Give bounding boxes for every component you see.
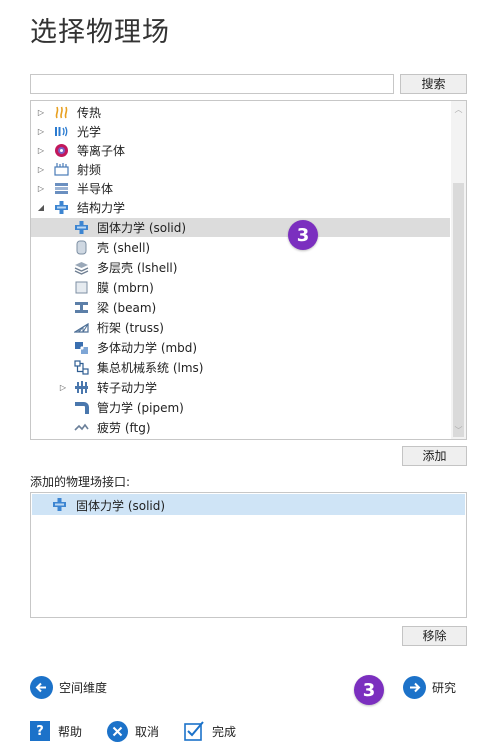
- arrow-right-icon: [403, 676, 426, 699]
- tree-item-truss[interactable]: 桁架 (truss): [31, 318, 450, 337]
- tree-item-label: 管力学 (pipem): [97, 401, 184, 415]
- tree-item-label: 壳 (shell): [97, 241, 151, 255]
- tree-item-structural-mechanics[interactable]: ◢ 结构力学: [31, 198, 450, 217]
- step-badge: 3: [288, 220, 318, 250]
- rotordynamics-icon: [74, 380, 89, 395]
- arrow-left-icon: [30, 676, 53, 699]
- back-label: 空间维度: [59, 681, 108, 695]
- tree-scrollbar[interactable]: ︿ ﹀: [451, 101, 466, 439]
- tree-item-label: 结构力学: [77, 201, 126, 215]
- tree-item-label: 膜 (mbrn): [97, 281, 154, 295]
- tree-item-layered-shell[interactable]: 多层壳 (lshell): [31, 258, 450, 277]
- tree-item-plasma[interactable]: ▷ 等离子体: [31, 141, 450, 160]
- tree-item-lumped-mechanical-system[interactable]: 集总机械系统 (lms): [31, 358, 450, 377]
- tree-item-solid-mechanics[interactable]: 固体力学 (solid): [31, 218, 450, 237]
- tree-item-multibody-dynamics[interactable]: 多体动力学 (mbd): [31, 338, 450, 357]
- tree-item-label: 射频: [77, 163, 102, 177]
- tree-item-label: 等离子体: [77, 144, 126, 158]
- search-button[interactable]: 搜索: [400, 74, 467, 94]
- help-button[interactable]: ? 帮助: [30, 721, 82, 741]
- tree-item-fatigue[interactable]: 疲劳 (ftg): [31, 418, 450, 437]
- radio-frequency-icon: [54, 162, 69, 177]
- tree-item-optics[interactable]: ▷ 光学: [31, 122, 450, 141]
- help-icon: ?: [30, 721, 50, 741]
- tree-item-label: 集总机械系统 (lms): [97, 361, 204, 375]
- semiconductor-icon: [54, 181, 69, 196]
- list-item-label: 固体力学 (solid): [76, 499, 166, 513]
- tree-item-rotordynamics[interactable]: ▷ 转子动力学: [31, 378, 450, 397]
- multibody-dynamics-icon: [74, 340, 89, 355]
- tree-item-heat-transfer[interactable]: ▷ 传热: [31, 103, 450, 122]
- tree-item-label: 梁 (beam): [97, 301, 157, 315]
- tree-item-label: 半导体: [77, 182, 114, 196]
- structural-mechanics-icon: [54, 200, 69, 215]
- heat-transfer-icon: [54, 105, 69, 120]
- membrane-icon: [74, 280, 89, 295]
- collapse-arrow-icon[interactable]: ◢: [37, 203, 45, 213]
- tree-item-label: 转子动力学: [97, 381, 158, 395]
- add-button[interactable]: 添加: [402, 446, 467, 466]
- tree-item-pipe-mechanics[interactable]: 管力学 (pipem): [31, 398, 450, 417]
- optics-icon: [54, 124, 69, 139]
- remove-button[interactable]: 移除: [402, 626, 467, 646]
- tree-item-label: 疲劳 (ftg): [97, 421, 151, 435]
- layered-shell-icon: [74, 260, 89, 275]
- search-input[interactable]: [30, 74, 394, 94]
- lumped-mechanical-system-icon: [74, 360, 89, 375]
- next-label: 研究: [432, 681, 457, 695]
- back-button[interactable]: 空间维度: [30, 676, 107, 699]
- expand-arrow-icon[interactable]: ▷: [37, 146, 45, 156]
- cancel-icon: [107, 721, 128, 742]
- tree-item-label: 多体动力学 (mbd): [97, 341, 198, 355]
- done-button[interactable]: 完成: [184, 721, 236, 741]
- tree-item-radio-frequency[interactable]: ▷ 射频: [31, 160, 450, 179]
- scroll-down-icon[interactable]: ﹀: [454, 426, 463, 435]
- page-title: 选择物理场: [30, 17, 170, 48]
- next-button[interactable]: 研究: [403, 676, 456, 699]
- added-interfaces-label: 添加的物理场接口:: [30, 475, 131, 489]
- step-badge: 3: [354, 675, 384, 705]
- cancel-label: 取消: [135, 725, 160, 739]
- cancel-button[interactable]: 取消: [107, 721, 159, 742]
- checkbox-check-icon: [184, 721, 204, 741]
- help-label: 帮助: [58, 724, 83, 739]
- solid-mechanics-icon: [74, 220, 89, 235]
- tree-item-label: 桁架 (truss): [97, 321, 164, 335]
- scroll-up-icon[interactable]: ︿: [454, 105, 463, 114]
- tree-item-semiconductor[interactable]: ▷ 半导体: [31, 179, 450, 198]
- tree-item-label: 光学: [77, 125, 102, 139]
- beam-icon: [74, 300, 89, 315]
- expand-arrow-icon[interactable]: ▷: [59, 383, 67, 393]
- tree-item-membrane[interactable]: 膜 (mbrn): [31, 278, 450, 297]
- added-interfaces-list: 固体力学 (solid): [30, 492, 467, 618]
- expand-arrow-icon[interactable]: ▷: [37, 184, 45, 194]
- tree-item-beam[interactable]: 梁 (beam): [31, 298, 450, 317]
- physics-tree: ▷ 传热 ▷ 光学 ▷ 等离子体 ▷ 射频 ▷ 半导体 ◢ 结构力学 固体力学 …: [30, 100, 467, 440]
- fatigue-icon: [74, 420, 89, 435]
- shell-icon: [74, 240, 89, 255]
- list-item[interactable]: 固体力学 (solid): [32, 494, 465, 515]
- tree-item-shell[interactable]: 壳 (shell): [31, 238, 450, 257]
- solid-mechanics-icon: [52, 497, 67, 512]
- expand-arrow-icon[interactable]: ▷: [37, 127, 45, 137]
- scroll-thumb[interactable]: [453, 183, 464, 437]
- pipe-mechanics-icon: [74, 400, 89, 415]
- plasma-icon: [54, 143, 69, 158]
- expand-arrow-icon[interactable]: ▷: [37, 108, 45, 118]
- done-label: 完成: [212, 724, 237, 739]
- tree-item-label: 传热: [77, 106, 102, 120]
- tree-item-label: 多层壳 (lshell): [97, 261, 178, 275]
- truss-icon: [74, 320, 89, 335]
- tree-item-label: 固体力学 (solid): [97, 221, 187, 235]
- expand-arrow-icon[interactable]: ▷: [37, 165, 45, 175]
